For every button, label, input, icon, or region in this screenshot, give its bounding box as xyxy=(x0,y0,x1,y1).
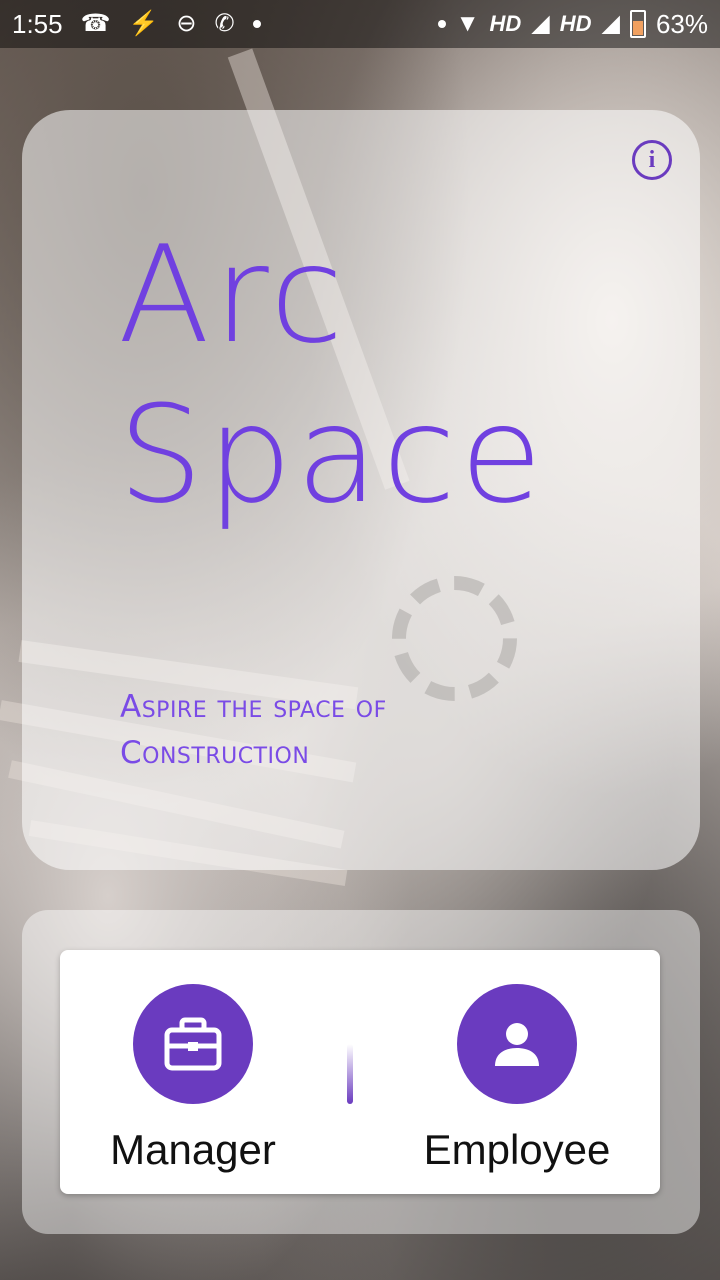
manager-label: Manager xyxy=(110,1126,276,1173)
app-title-line1: Arc xyxy=(118,217,348,373)
signal-icon: ◢ xyxy=(531,10,550,37)
person-icon xyxy=(495,1023,539,1066)
app-title: Arc Space xyxy=(118,228,546,522)
hero-card: i Arc Space Aspire the space of Construc… xyxy=(22,110,700,870)
manager-button[interactable]: Manager xyxy=(73,984,313,1174)
info-icon[interactable]: i xyxy=(632,140,672,180)
wifi-icon: ▼ xyxy=(455,10,480,37)
status-bar: 1:55 ☎ ⚡ ⊖ ✆ ▼ HD ◢ HD ◢ 63% xyxy=(0,0,720,48)
battery-icon xyxy=(629,10,646,38)
employee-label: Employee xyxy=(423,1126,611,1173)
usb-icon: ⚡ xyxy=(128,10,159,37)
employee-button[interactable]: Employee xyxy=(397,984,637,1174)
briefcase-icon xyxy=(164,1017,222,1071)
app-title-line2: Space xyxy=(118,377,547,533)
tagline: Aspire the space of Construction xyxy=(120,689,387,771)
signal-icon: ◢ xyxy=(601,10,620,37)
employee-circle[interactable] xyxy=(457,984,577,1104)
notification-dot-icon xyxy=(437,20,446,28)
network-type-label: HD xyxy=(489,11,522,36)
phone-icon: ☎ xyxy=(80,10,111,37)
sync-icon: ⊖ xyxy=(176,10,197,37)
manager-circle[interactable] xyxy=(133,984,253,1104)
divider xyxy=(347,1044,353,1104)
battery-percent: 63% xyxy=(655,8,708,39)
clock: 1:55 xyxy=(12,8,63,39)
missed-call-icon: ✆ xyxy=(214,10,235,37)
network-type-label: HD xyxy=(559,11,592,36)
role-selector-card: Manager Employee xyxy=(60,950,660,1194)
notification-dot-icon xyxy=(252,20,261,28)
